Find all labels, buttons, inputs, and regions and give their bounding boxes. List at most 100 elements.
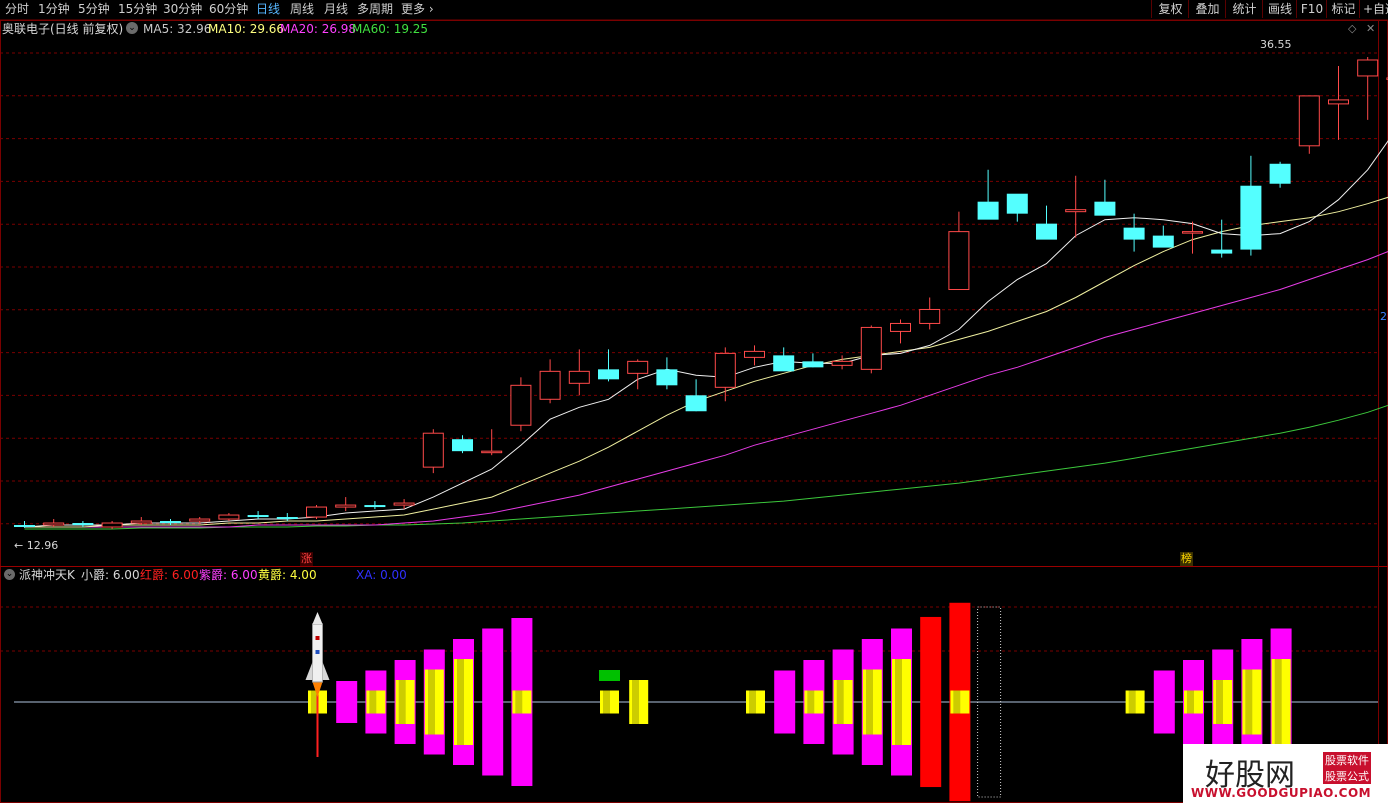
rocket-window bbox=[315, 650, 320, 654]
chevron-down-icon[interactable]: ⌄ bbox=[4, 569, 15, 580]
ma60-line bbox=[24, 404, 1388, 530]
candle-body-up bbox=[510, 384, 532, 426]
candle-body-up bbox=[393, 502, 415, 506]
candle-body-up bbox=[189, 518, 211, 522]
candle-body-down bbox=[1211, 249, 1233, 254]
candle-body-up bbox=[1182, 231, 1203, 234]
close-icon[interactable]: ✕ bbox=[1366, 22, 1375, 36]
ma5-line bbox=[24, 140, 1388, 528]
stock-title: 奥联电子(日线 前复权) bbox=[2, 22, 124, 36]
watermark-tag2: 股票公式 bbox=[1323, 768, 1371, 784]
tab-30min[interactable]: 30分钟 bbox=[163, 1, 202, 18]
moving-averages bbox=[24, 140, 1388, 530]
ma10-line bbox=[24, 196, 1388, 528]
magenta-bar bbox=[482, 628, 504, 776]
watermark-tag1: 股票软件 bbox=[1323, 752, 1371, 768]
candle-body-down bbox=[364, 505, 386, 508]
candle-body-down bbox=[802, 361, 824, 368]
period-toolbar: 分时 1分钟 5分钟 15分钟 30分钟 60分钟 日线 周线 月线 多周期 更… bbox=[0, 0, 1388, 20]
candle-body-up bbox=[948, 231, 970, 291]
chevron-down-icon[interactable]: ⌄ bbox=[126, 22, 138, 34]
right-edge-marker: 2 bbox=[1380, 310, 1387, 323]
sub-indicator-title: 派神冲天K bbox=[19, 568, 75, 582]
tab-more[interactable]: 更多 › bbox=[401, 1, 434, 18]
candle-body-up bbox=[714, 352, 736, 388]
candle-body-up bbox=[539, 370, 561, 400]
candle-body-up bbox=[831, 360, 853, 366]
ma5-label: MA5: 32.96 bbox=[143, 22, 212, 36]
candle-body-down bbox=[72, 523, 94, 526]
red-bar bbox=[920, 616, 942, 788]
candle-body-up bbox=[568, 370, 590, 384]
limit-up-marker: 涨 bbox=[300, 552, 313, 566]
candle-body-up bbox=[422, 432, 444, 468]
candle-body-down bbox=[160, 521, 181, 524]
hongjue-value: 红爵: 6.00 bbox=[140, 568, 199, 582]
candle-body-down bbox=[773, 355, 795, 372]
candle-body-down bbox=[656, 369, 678, 386]
tab-5min[interactable]: 5分钟 bbox=[78, 1, 110, 18]
tab-more-label: 更多 bbox=[401, 2, 426, 16]
candle-body-up bbox=[860, 326, 882, 370]
candle-body-up bbox=[1065, 209, 1087, 213]
tab-15min[interactable]: 15分钟 bbox=[118, 1, 157, 18]
candle-body-down bbox=[1269, 163, 1291, 184]
ma20-label: MA20: 26.98 bbox=[280, 22, 357, 36]
candle-body-up bbox=[130, 520, 152, 524]
candle-body-up bbox=[335, 504, 357, 508]
candle-body-down bbox=[1123, 227, 1145, 240]
candle-body-up bbox=[218, 514, 240, 520]
green-signal bbox=[599, 670, 620, 681]
chevron-right-icon: › bbox=[425, 2, 434, 16]
candle-body-up bbox=[1357, 59, 1379, 77]
candle-body-up bbox=[481, 450, 503, 454]
candle-body-up bbox=[744, 350, 765, 358]
candle-body-down bbox=[977, 201, 999, 220]
watermark: 好股网 股票软件 股票公式 WWW.GOODGUPIAO.COM bbox=[1183, 744, 1388, 803]
high-price-marker: 36.55 bbox=[1260, 38, 1292, 51]
candle-body-down bbox=[1240, 185, 1262, 250]
kline-chart[interactable] bbox=[0, 20, 1388, 803]
candle-body-up bbox=[1298, 95, 1320, 147]
magenta-bar bbox=[1153, 670, 1175, 734]
magenta-bar bbox=[774, 670, 796, 734]
ma20-line bbox=[24, 250, 1388, 528]
low-price-marker: ← 12.96 bbox=[14, 539, 58, 553]
chart-frame bbox=[0, 20, 1388, 803]
tab-intraday[interactable]: 分时 bbox=[5, 1, 29, 18]
watermark-url: WWW.GOODGUPIAO.COM bbox=[1191, 786, 1372, 800]
tab-multi-period[interactable]: 多周期 bbox=[357, 1, 393, 18]
tab-1min[interactable]: 1分钟 bbox=[38, 1, 70, 18]
diamond-icon[interactable]: ◇ bbox=[1348, 22, 1356, 36]
rocket-nose bbox=[312, 612, 323, 624]
arrow-left-icon: ← bbox=[14, 539, 27, 552]
candles bbox=[14, 56, 1388, 530]
candle-body-up bbox=[43, 522, 65, 526]
candle-body-down bbox=[685, 395, 707, 412]
mark-button[interactable]: 标记 bbox=[1326, 0, 1360, 18]
candle-body-up bbox=[1328, 99, 1349, 105]
add-favorite-button[interactable]: +自选 bbox=[1359, 0, 1388, 18]
candle-body-down bbox=[276, 517, 298, 520]
candle-body-up bbox=[919, 308, 941, 324]
magenta-bar bbox=[336, 681, 358, 723]
candle-body-up bbox=[627, 360, 649, 374]
candle-body-down bbox=[1152, 235, 1174, 248]
xa-value: XA: 0.00 bbox=[356, 568, 407, 582]
overlay-button[interactable]: 叠加 bbox=[1188, 0, 1226, 18]
rocket-fin-left bbox=[305, 662, 313, 680]
tab-60min[interactable]: 60分钟 bbox=[209, 1, 248, 18]
tab-daily[interactable]: 日线 bbox=[256, 1, 280, 18]
candle-body-down bbox=[598, 369, 619, 380]
candle-body-down bbox=[1036, 223, 1057, 240]
ma60-label: MA60: 19.25 bbox=[352, 22, 429, 36]
tab-weekly[interactable]: 周线 bbox=[290, 1, 314, 18]
adjust-button[interactable]: 复权 bbox=[1151, 0, 1189, 18]
tab-monthly[interactable]: 月线 bbox=[324, 1, 348, 18]
stats-button[interactable]: 统计 bbox=[1225, 0, 1263, 18]
xiaojue-value: 小爵: 6.00 bbox=[81, 568, 140, 582]
candle-body-up bbox=[306, 506, 327, 518]
candle-body-down bbox=[247, 515, 269, 518]
f10-button[interactable]: F10 bbox=[1296, 0, 1327, 18]
draw-button[interactable]: 画线 bbox=[1262, 0, 1297, 18]
